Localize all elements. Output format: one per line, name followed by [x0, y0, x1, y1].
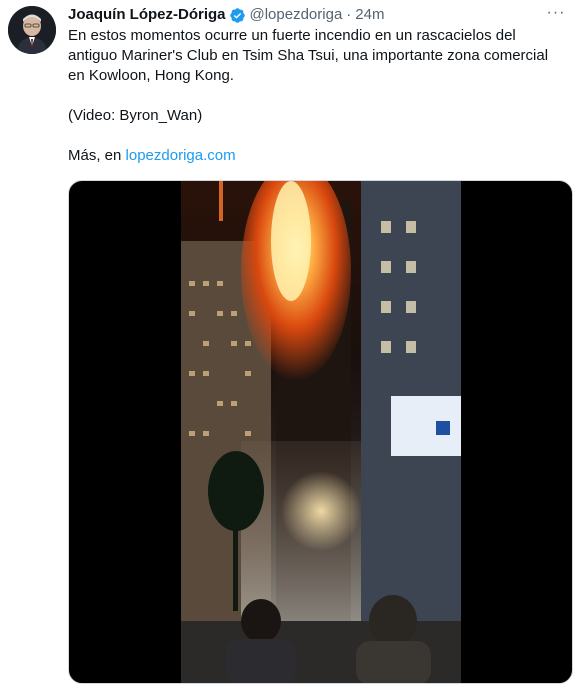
- video-player[interactable]: [68, 180, 573, 684]
- tweet-body: En estos momentos ocurre un fuerte incen…: [68, 26, 568, 166]
- more-options-icon[interactable]: ···: [546, 3, 566, 23]
- tweet-header: Joaquín López-Dóriga @lopezdoriga · 24m …: [68, 3, 566, 25]
- timestamp[interactable]: 24m: [355, 5, 384, 25]
- separator: ·: [346, 6, 352, 23]
- user-handle[interactable]: @lopezdoriga: [250, 5, 343, 25]
- avatar-image: [8, 6, 56, 54]
- more-prefix: Más, en: [68, 147, 126, 164]
- verified-badge-icon: [229, 7, 246, 24]
- tweet[interactable]: Joaquín López-Dóriga @lopezdoriga · 24m …: [0, 0, 578, 689]
- avatar[interactable]: [8, 6, 56, 54]
- video-thumbnail: [181, 181, 461, 683]
- external-link[interactable]: lopezdoriga.com: [126, 147, 236, 164]
- video-credit: (Video: Byron_Wan): [68, 107, 203, 124]
- more-info-line: Más, en lopezdoriga.com: [68, 146, 568, 166]
- display-name[interactable]: Joaquín López-Dóriga: [68, 5, 226, 25]
- tweet-text: En estos momentos ocurre un fuerte incen…: [68, 27, 549, 84]
